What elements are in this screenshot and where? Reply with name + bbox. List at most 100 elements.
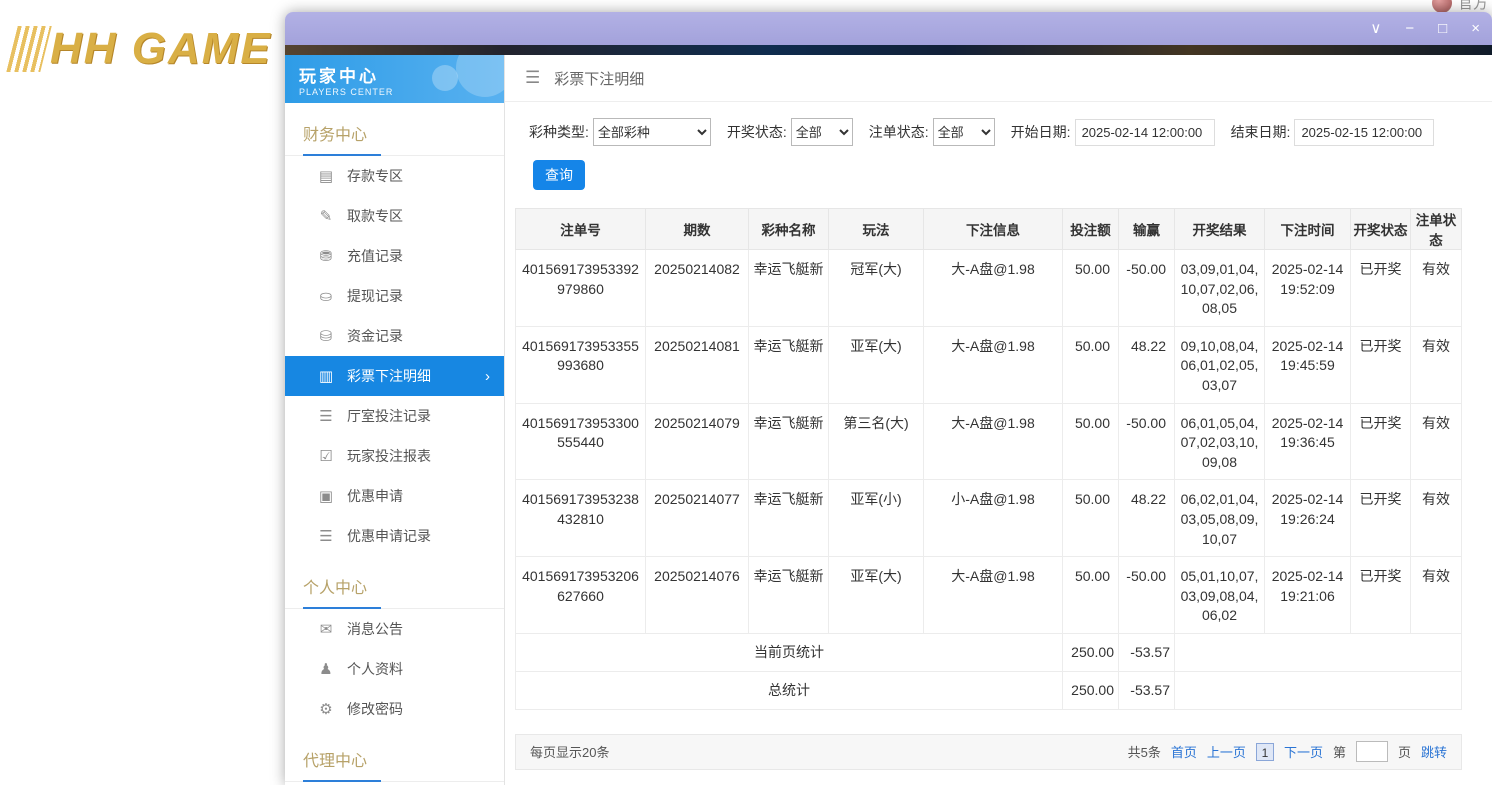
section-personal-center: 个人中心: [285, 566, 504, 609]
cell-bet-status: 有效: [1411, 557, 1462, 634]
sidebar-item-player-report[interactable]: ☑ 玩家投注报表: [285, 436, 504, 476]
lottery-type-label: 彩种类型:: [529, 122, 589, 142]
cell-bet-id: 401569173953355993680: [516, 326, 646, 403]
player-report-icon: ☑: [315, 447, 337, 465]
summary-label: 当前页统计: [516, 633, 1063, 671]
table-header-row: 注单号 期数 彩种名称 玩法 下注信息 投注额 输赢 开奖结果 下注时间 开奖状…: [516, 209, 1462, 250]
goto-suffix-text: 页: [1398, 742, 1411, 761]
window-body: 玩家中心 PLAYERS CENTER 财务中心 ▤ 存款专区 ✎ 取款专区 ⛃: [285, 55, 1492, 785]
window-minimize-button[interactable]: −: [1405, 21, 1414, 36]
section-agent-center: 代理中心: [285, 739, 504, 782]
cell-play-type: 第三名(大): [829, 403, 924, 480]
cell-period: 20250214077: [646, 480, 749, 557]
col-draw-status: 开奖状态: [1351, 209, 1411, 250]
sidebar-item-withdraw[interactable]: ✎ 取款专区: [285, 196, 504, 236]
cell-bet-id: 401569173953238432810: [516, 480, 646, 557]
start-date-label: 开始日期:: [1011, 122, 1071, 142]
sidebar-item-hall-bet-record[interactable]: ☰ 厅室投注记录: [285, 396, 504, 436]
menu-toggle-icon[interactable]: ☰: [525, 68, 540, 88]
sidebar-item-lottery-bet-detail[interactable]: ▥ 彩票下注明细 ›: [285, 356, 504, 396]
page-number-input[interactable]: [1356, 741, 1388, 762]
page-summary-row: 当前页统计 250.00 -53.57: [516, 633, 1462, 671]
sidebar-item-withdrawal-record[interactable]: ⛀ 提现记录: [285, 276, 504, 316]
goto-prefix-text: 第: [1333, 742, 1346, 761]
sidebar-item-label: 玩家投注报表: [347, 446, 431, 466]
col-bet-id: 注单号: [516, 209, 646, 250]
sidebar-item-label: 资金记录: [347, 326, 403, 346]
bet-status-select[interactable]: 全部: [933, 118, 995, 146]
window-maximize-button[interactable]: □: [1438, 21, 1447, 36]
table-row: 401569173953206627660 20250214076 幸运飞艇新 …: [516, 557, 1462, 634]
main-content: ☰ 彩票下注明细 彩种类型: 全部彩种 开奖状态:: [505, 55, 1492, 785]
summary-empty: [1175, 633, 1462, 671]
current-page-button[interactable]: 1: [1256, 743, 1274, 761]
sidebar-item-label: 修改密码: [347, 699, 403, 719]
sidebar-item-deposit[interactable]: ▤ 存款专区: [285, 156, 504, 196]
query-button[interactable]: 查询: [533, 160, 585, 190]
sidebar-item-label: 彩票下注明细: [347, 366, 431, 386]
col-bet-time: 下注时间: [1265, 209, 1351, 250]
cell-draw-status: 已开奖: [1351, 250, 1411, 327]
jump-link[interactable]: 跳转: [1421, 742, 1447, 761]
cell-bet-amount: 50.00: [1063, 326, 1119, 403]
window-controls: ∨ − □ ×: [1370, 12, 1480, 45]
chevron-right-icon: ›: [485, 368, 490, 385]
summary-bet-total: 250.00: [1063, 633, 1119, 671]
window-close-button[interactable]: ×: [1471, 21, 1480, 36]
sidebar-item-announcements[interactable]: ✉ 消息公告: [285, 609, 504, 649]
sidebar-item-change-password[interactable]: ⚙ 修改密码: [285, 689, 504, 729]
lottery-type-select[interactable]: 全部彩种: [593, 118, 711, 146]
end-date-input[interactable]: [1294, 119, 1434, 146]
draw-status-select[interactable]: 全部: [791, 118, 853, 146]
prev-page-link[interactable]: 上一页: [1207, 742, 1246, 761]
cell-bet-amount: 50.00: [1063, 557, 1119, 634]
cell-bet-status: 有效: [1411, 250, 1462, 327]
draw-status-label: 开奖状态:: [727, 122, 787, 142]
cell-bet-id: 401569173953392979860: [516, 250, 646, 327]
sidebar-subtitle: PLAYERS CENTER: [299, 87, 490, 97]
sidebar-item-label: 充值记录: [347, 246, 403, 266]
cell-bet-status: 有效: [1411, 326, 1462, 403]
window-menu-button[interactable]: ∨: [1370, 21, 1381, 36]
filter-panel: 彩种类型: 全部彩种 开奖状态: 全部 注单状态:: [505, 102, 1492, 204]
page-title: 彩票下注明细: [554, 68, 644, 89]
window-titlebar[interactable]: ∨ − □ ×: [285, 12, 1492, 45]
cell-bet-amount: 50.00: [1063, 250, 1119, 327]
finance-menu: ▤ 存款专区 ✎ 取款专区 ⛃ 充值记录 ⛀ 提现记录: [285, 156, 504, 556]
hall-bet-record-icon: ☰: [315, 407, 337, 425]
cell-bet-time: 2025-02-14 19:52:09: [1265, 250, 1351, 327]
cell-winloss: -50.00: [1119, 557, 1175, 634]
cell-bet-info: 小-A盘@1.98: [924, 480, 1063, 557]
cell-draw-status: 已开奖: [1351, 403, 1411, 480]
end-date-label: 结束日期:: [1231, 122, 1291, 142]
sidebar-item-promo-apply[interactable]: ▣ 优惠申请: [285, 476, 504, 516]
cell-play-type: 亚军(大): [829, 557, 924, 634]
sidebar: 玩家中心 PLAYERS CENTER 财务中心 ▤ 存款专区 ✎ 取款专区 ⛃: [285, 55, 505, 785]
sidebar-item-recharge-record[interactable]: ⛃ 充值记录: [285, 236, 504, 276]
cell-bet-info: 大-A盘@1.98: [924, 326, 1063, 403]
cell-winloss: -50.00: [1119, 250, 1175, 327]
cell-period: 20250214076: [646, 557, 749, 634]
cell-bet-status: 有效: [1411, 403, 1462, 480]
col-bet-amount: 投注额: [1063, 209, 1119, 250]
cell-period: 20250214079: [646, 403, 749, 480]
announcement-icon: ✉: [315, 620, 337, 638]
start-date-input[interactable]: [1075, 119, 1215, 146]
cell-draw-result: 06,01,05,04,07,02,03,10,09,08: [1175, 403, 1265, 480]
first-page-link[interactable]: 首页: [1171, 742, 1197, 761]
table-row: 401569173953355993680 20250214081 幸运飞艇新 …: [516, 326, 1462, 403]
cell-bet-time: 2025-02-14 19:36:45: [1265, 403, 1351, 480]
next-page-link[interactable]: 下一页: [1284, 742, 1323, 761]
bet-table-wrap: 注单号 期数 彩种名称 玩法 下注信息 投注额 输赢 开奖结果 下注时间 开奖状…: [515, 208, 1462, 710]
cell-draw-status: 已开奖: [1351, 557, 1411, 634]
table-row: 401569173953238432810 20250214077 幸运飞艇新 …: [516, 480, 1462, 557]
sidebar-item-funds-record[interactable]: ⛁ 资金记录: [285, 316, 504, 356]
cell-bet-id: 401569173953300555440: [516, 403, 646, 480]
sidebar-item-label: 个人资料: [347, 659, 403, 679]
col-play-type: 玩法: [829, 209, 924, 250]
sidebar-item-label: 厅室投注记录: [347, 406, 431, 426]
summary-empty: [1175, 671, 1462, 709]
sidebar-item-profile[interactable]: ♟ 个人资料: [285, 649, 504, 689]
sidebar-item-promo-record[interactable]: ☰ 优惠申请记录: [285, 516, 504, 556]
cell-bet-info: 大-A盘@1.98: [924, 557, 1063, 634]
